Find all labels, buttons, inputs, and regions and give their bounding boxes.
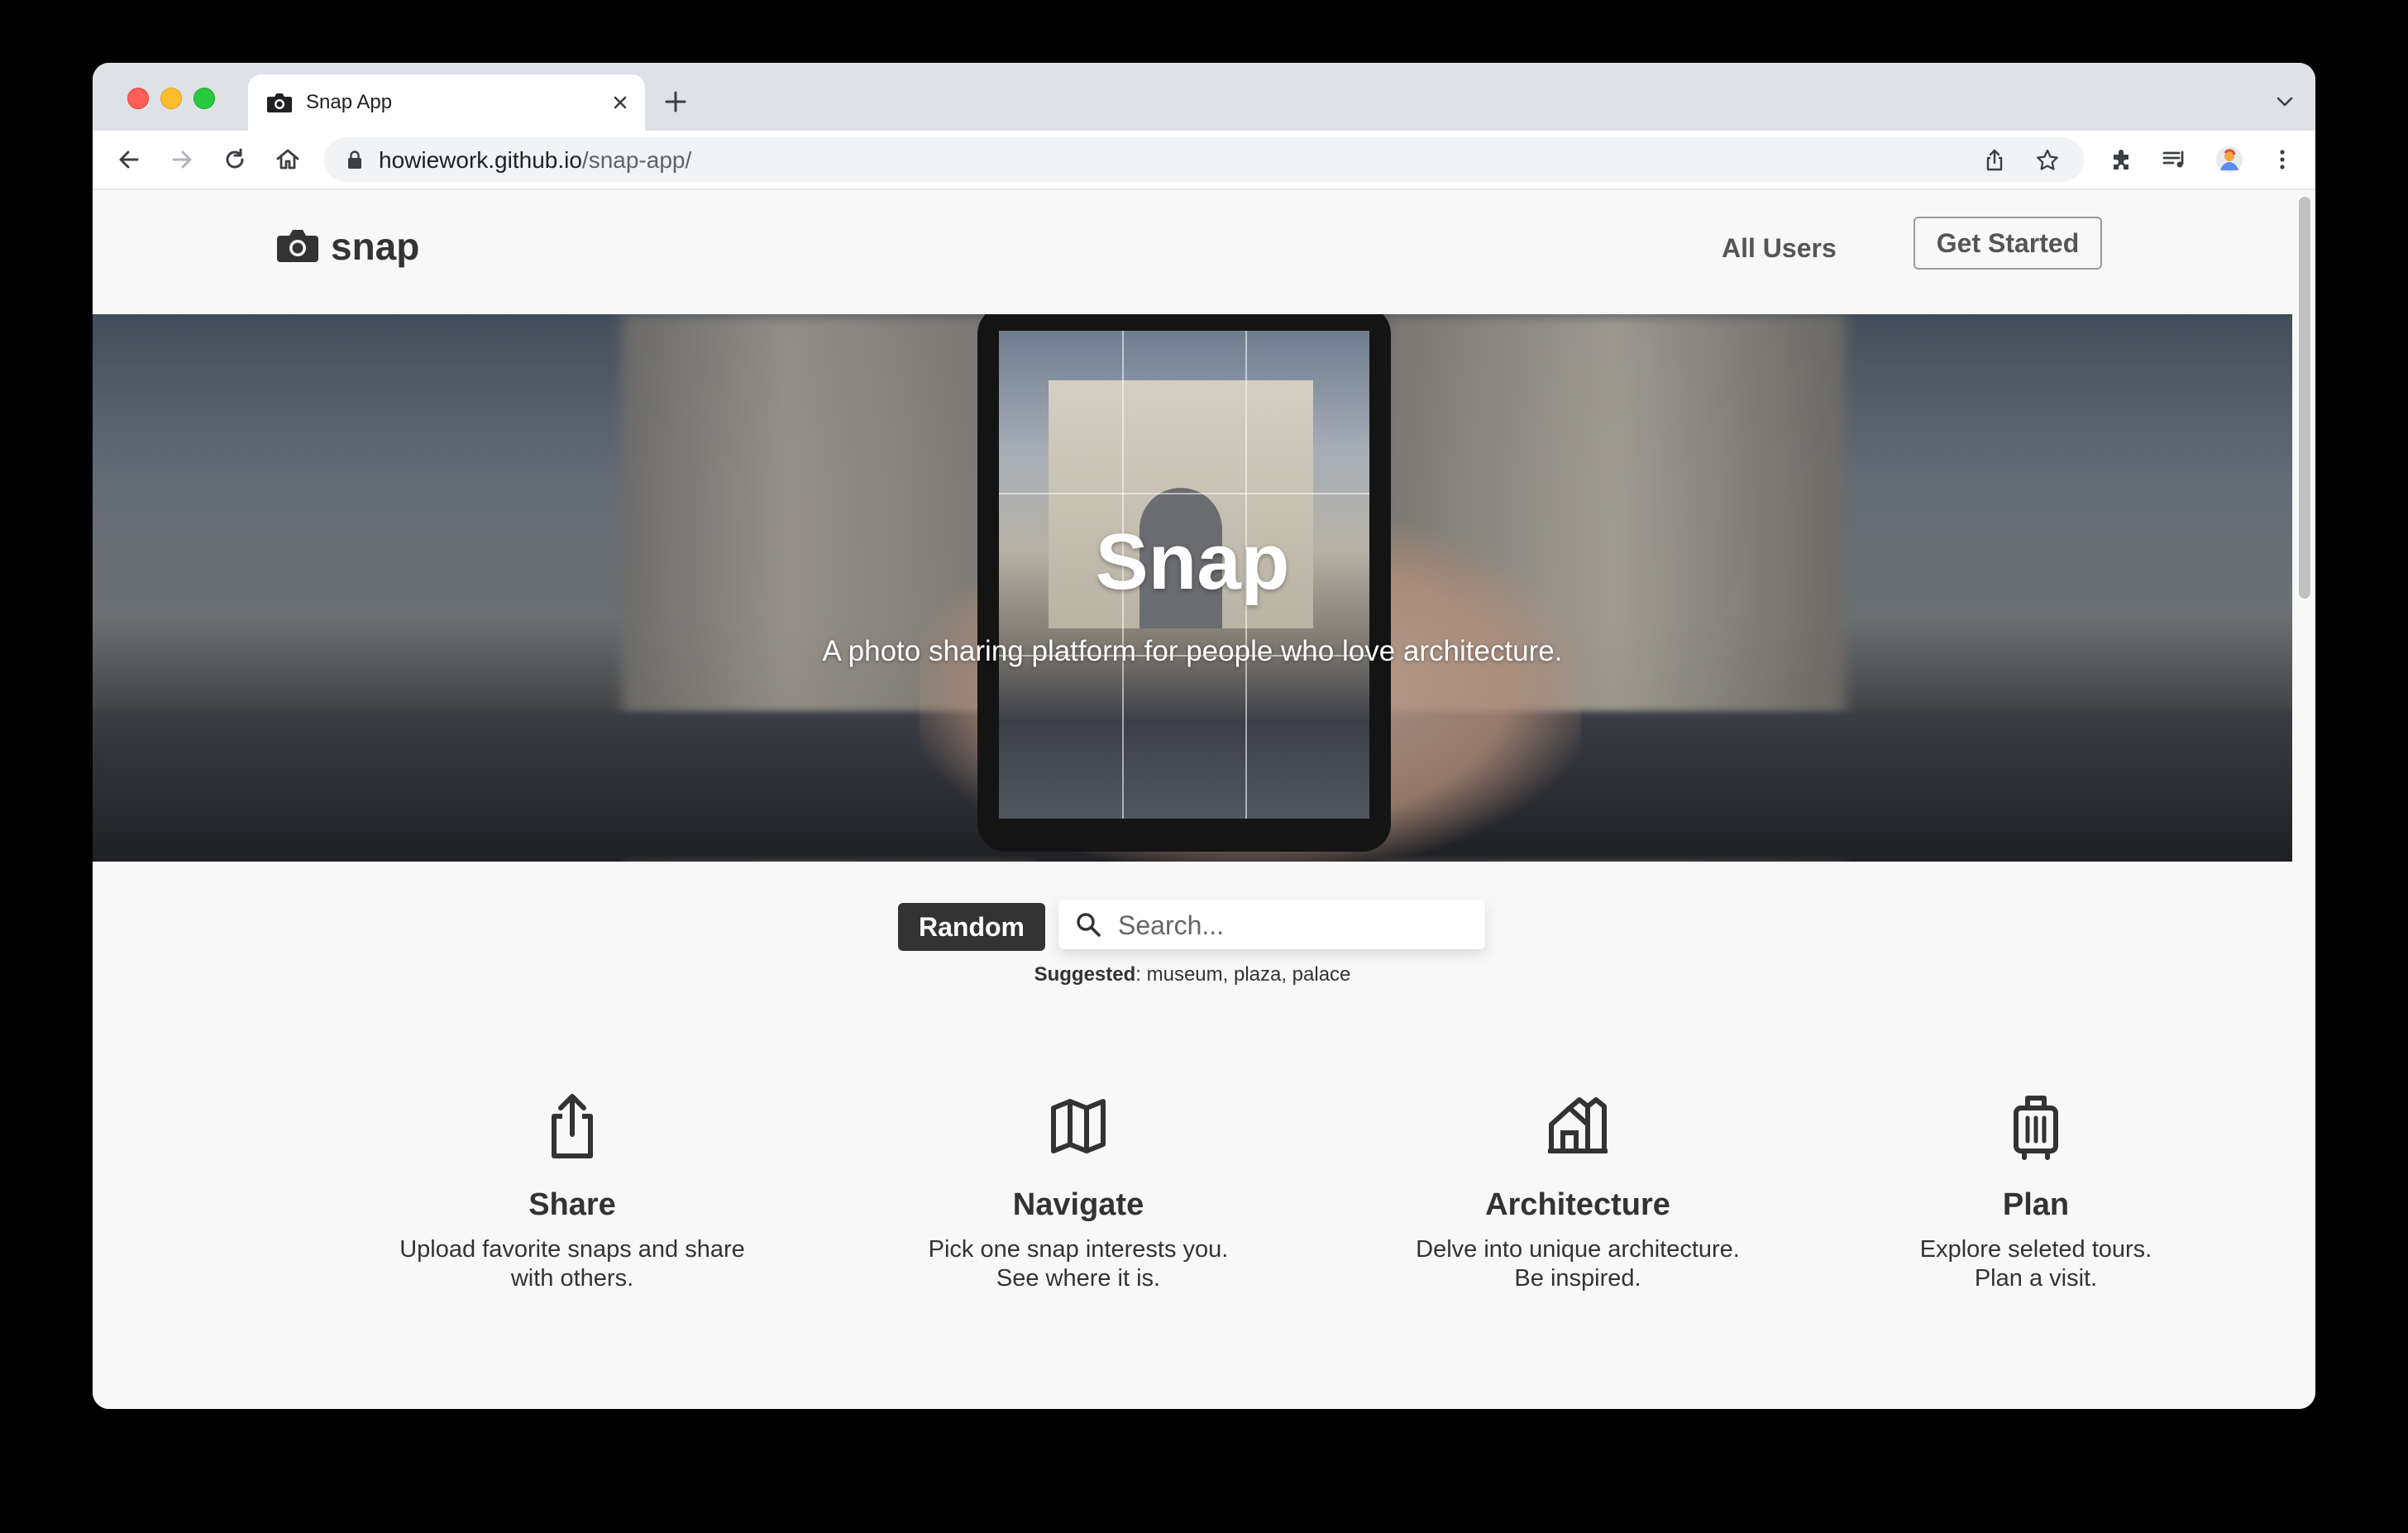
new-tab-icon[interactable]	[662, 88, 690, 116]
url-path: /snap-app/	[581, 147, 692, 173]
hero-subtitle: A photo sharing platform for people who …	[822, 635, 1563, 667]
home-icon[interactable]	[273, 145, 303, 174]
feature-plan: Plan Explore seleted tours. Plan a visit.	[1804, 1091, 2267, 1293]
zoom-window-button[interactable]	[194, 88, 215, 109]
address-bar[interactable]: howiework.github.io/snap-app/	[324, 137, 2084, 182]
scrollbar-thumb[interactable]	[2299, 197, 2310, 599]
browser-toolbar: howiework.github.io/snap-app/	[93, 131, 2315, 190]
suggested-label: Suggested	[1034, 963, 1136, 986]
search-box	[1058, 900, 1485, 949]
lock-icon[interactable]	[346, 150, 364, 170]
browser-window: Snap App howiework.github.io/snap-app/ s…	[93, 63, 2315, 1409]
reload-icon[interactable]	[220, 145, 250, 174]
extensions-puzzle-icon[interactable]	[2107, 145, 2137, 174]
tab-strip: Snap App	[93, 63, 2315, 131]
more-vertical-icon[interactable]	[2267, 145, 2297, 174]
hero-banner: Snap A photo sharing platform for people…	[93, 314, 2292, 862]
feature-description-line: Upload favorite snaps and share	[399, 1236, 745, 1263]
feature-description-line: with others.	[510, 1265, 634, 1292]
feature-title: Plan	[2002, 1187, 2070, 1222]
feature-description-line: Delve into unique architecture.	[1416, 1236, 1740, 1263]
feature-description-line: Pick one snap interests you.	[928, 1236, 1229, 1263]
minimize-window-button[interactable]	[160, 88, 182, 109]
tab-snap-app[interactable]: Snap App	[248, 74, 645, 131]
get-started-button[interactable]: Get Started	[1913, 217, 2102, 270]
back-arrow-icon[interactable]	[114, 145, 144, 174]
suggested-searches: Suggested: museum, plaza, palace	[1034, 963, 1351, 986]
camera-icon	[267, 93, 292, 112]
feature-description-line: Explore seleted tours.	[1919, 1236, 2152, 1263]
feature-description: Delve into unique architecture. Be inspir…	[1346, 1235, 1809, 1293]
media-queue-icon[interactable]	[2160, 145, 2190, 174]
brand-name: snap	[331, 225, 420, 268]
camera-icon	[277, 230, 318, 262]
page-content: snap All Users Get Started Snap A photo …	[93, 190, 2292, 1409]
search-input[interactable]	[1116, 906, 1467, 944]
buildings-icon	[1548, 1097, 1608, 1153]
share-page-icon[interactable]	[1981, 147, 2008, 174]
url-host: howiework.github.io	[379, 147, 582, 173]
site-navbar: snap All Users Get Started	[93, 190, 2292, 314]
hero-title: Snap	[1095, 518, 1290, 606]
suggested-items[interactable]: museum, plaza, palace	[1147, 963, 1351, 986]
close-icon[interactable]	[607, 89, 633, 116]
feature-description-line: Be inspired.	[1514, 1265, 1641, 1292]
search-icon	[1077, 913, 1101, 937]
feature-title: Navigate	[1012, 1187, 1144, 1222]
map-icon	[1051, 1099, 1106, 1153]
page-scrollbar[interactable]	[2292, 190, 2315, 1409]
luggage-icon	[2014, 1096, 2058, 1160]
bookmark-star-icon[interactable]	[2034, 147, 2061, 174]
feature-description: Upload favorite snaps and share with othe…	[341, 1235, 804, 1293]
camera-gridline	[999, 493, 1369, 494]
chevron-down-icon[interactable]	[2274, 91, 2296, 112]
feature-title: Share	[528, 1187, 616, 1222]
close-window-button[interactable]	[127, 88, 149, 109]
share-icon	[552, 1094, 593, 1158]
random-button[interactable]: Random	[898, 903, 1045, 951]
tab-title: Snap App	[306, 91, 393, 113]
feature-share: Share Upload favorite snaps and share wit…	[341, 1091, 804, 1293]
profile-avatar-icon[interactable]	[2214, 145, 2244, 174]
all-users-link[interactable]: All Users	[1722, 232, 1837, 265]
feature-description: Explore seleted tours. Plan a visit.	[1804, 1235, 2267, 1293]
feature-title: Architecture	[1485, 1187, 1670, 1222]
feature-description-line: Plan a visit.	[1974, 1265, 2098, 1292]
feature-architecture: Architecture Delve into unique architect…	[1346, 1091, 1809, 1293]
url-text[interactable]: howiework.github.io/snap-app/	[379, 147, 691, 174]
feature-description-line: See where it is.	[996, 1265, 1161, 1292]
forward-arrow-icon[interactable]	[167, 145, 197, 174]
feature-description: Pick one snap interests you. See where it…	[847, 1235, 1310, 1293]
feature-navigate: Navigate Pick one snap interests you. See…	[847, 1091, 1310, 1293]
